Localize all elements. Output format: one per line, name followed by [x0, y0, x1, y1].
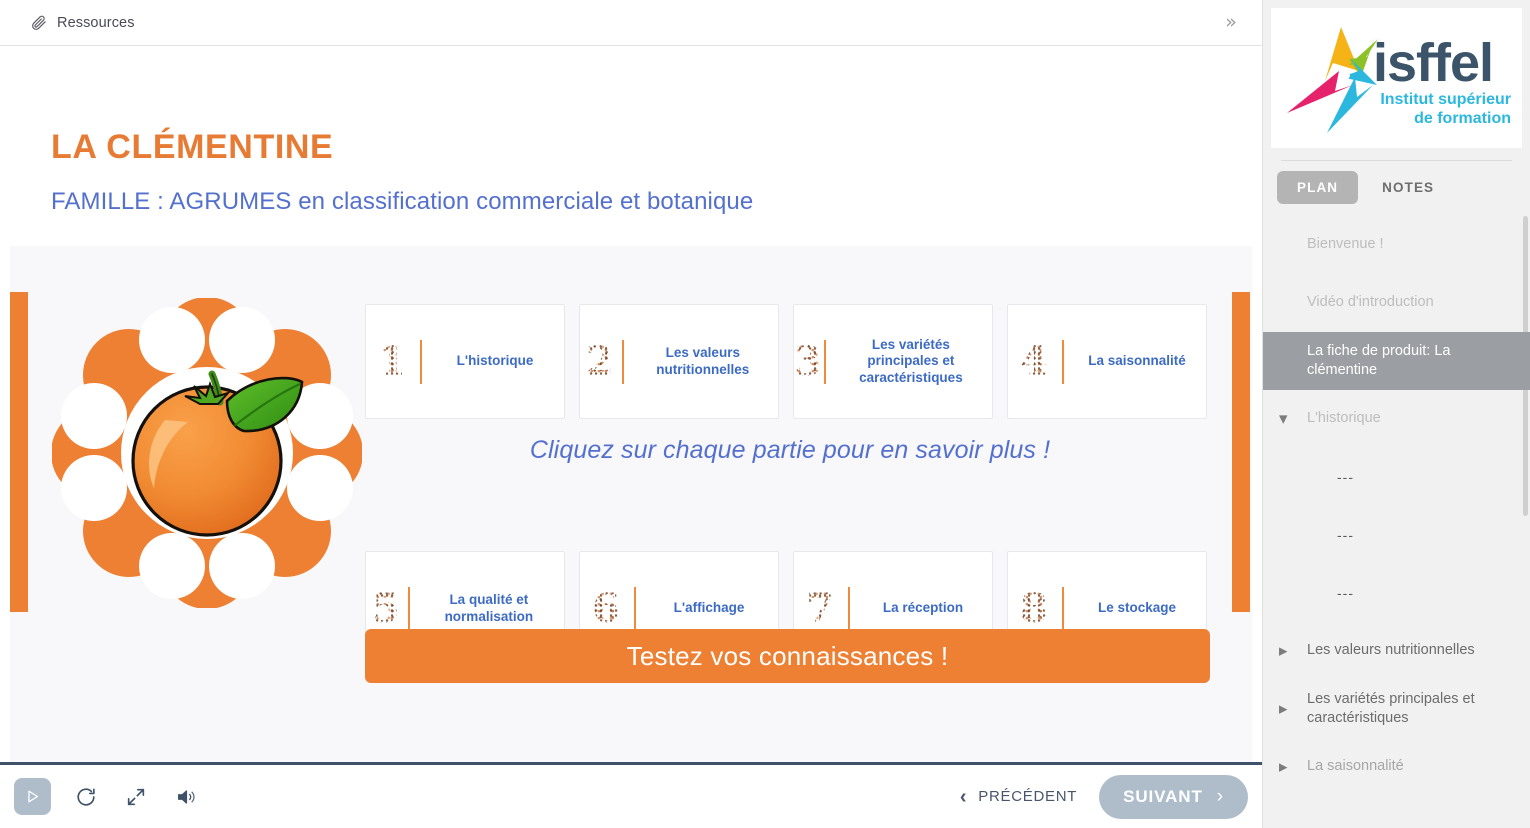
instruction-text: Cliquez sur chaque partie pour en savoir…: [365, 436, 1215, 465]
collapse-sidebar-icon[interactable]: »: [1218, 10, 1244, 36]
volume-button[interactable]: [171, 782, 201, 812]
outline-item-label: Les valeurs nutritionnelles: [1307, 641, 1475, 660]
clementine-flower-icon[interactable]: [52, 298, 362, 608]
previous-label: PRÉCÉDENT: [978, 788, 1077, 805]
outline-item-label: ---: [1337, 526, 1354, 544]
tab-notes[interactable]: NOTES: [1362, 171, 1454, 204]
card-number: 4: [1008, 342, 1060, 382]
slide-stage: LA CLÉMENTINE FAMILLE : AGRUMES en class…: [0, 46, 1262, 762]
replay-icon: [75, 786, 97, 808]
volume-icon: [175, 786, 197, 808]
card-label: La qualité et normalisation: [424, 592, 564, 625]
card-divider: [408, 587, 410, 631]
elearning-player-app: Ressources » LA CLÉMENTINE FAMILLE : AGR…: [0, 0, 1530, 828]
fullscreen-button[interactable]: [121, 782, 151, 812]
card-label: Le stockage: [1078, 600, 1206, 616]
outline-item-label: Bienvenue !: [1307, 235, 1384, 254]
topic-card-3[interactable]: 3 Les variétés principales et caractéris…: [793, 304, 993, 419]
course-player: Ressources » LA CLÉMENTINE FAMILLE : AGR…: [0, 0, 1262, 828]
outline-item-fiche-produit[interactable]: La fiche de produit: La clémentine: [1263, 332, 1530, 390]
card-divider: [634, 587, 636, 631]
chevron-left-icon: ‹: [960, 787, 967, 807]
paperclip-icon: [30, 14, 47, 31]
card-divider: [1062, 587, 1064, 631]
card-number: 5: [366, 589, 406, 629]
outline-item-bienvenue[interactable]: Bienvenue !: [1263, 216, 1530, 274]
quiz-button[interactable]: Testez vos connaissances !: [365, 629, 1210, 683]
topic-cards-row-top: 1 L'historique 2 Les valeurs nutritionne…: [365, 304, 1215, 419]
page-title: LA CLÉMENTINE: [51, 128, 333, 167]
topic-card-4[interactable]: 4 La saisonnalité: [1007, 304, 1207, 419]
outline-item-label: ---: [1337, 468, 1354, 486]
chevron-right-icon[interactable]: ▶: [1279, 704, 1287, 715]
playback-controls: [14, 778, 201, 815]
slide-content-panel: 1 L'historique 2 Les valeurs nutritionne…: [10, 246, 1252, 762]
svg-text:isffel: isffel: [1373, 33, 1493, 93]
card-divider: [622, 340, 624, 384]
play-button[interactable]: [14, 778, 51, 815]
card-divider: [848, 587, 850, 631]
fullscreen-icon: [125, 786, 147, 808]
chevron-right-icon[interactable]: ▶: [1279, 646, 1287, 657]
outline-subitem-1[interactable]: ---: [1263, 448, 1530, 506]
logo-tagline-1: Institut supérieur: [1380, 91, 1511, 108]
card-number: 2: [580, 342, 620, 382]
outline-item-historique[interactable]: ▼ L'historique: [1263, 390, 1530, 448]
outline-item-varietes-principales[interactable]: ▶ Les variétés principales et caractéris…: [1263, 680, 1530, 738]
topic-card-2[interactable]: 2 Les valeurs nutritionnelles: [579, 304, 779, 419]
card-label: Les valeurs nutritionnelles: [638, 345, 778, 378]
accent-bar-right: [1232, 292, 1250, 612]
outline-item-label: La fiche de produit: La clémentine: [1307, 342, 1508, 380]
sidebar-tabs: PLAN NOTES: [1263, 161, 1530, 216]
card-number: 1: [366, 342, 418, 382]
course-outline: Bienvenue ! Vidéo d'introduction La fich…: [1263, 216, 1530, 828]
outline-item-label: La saisonnalité: [1307, 757, 1404, 776]
card-label: L'affichage: [650, 600, 778, 616]
tab-plan[interactable]: PLAN: [1277, 171, 1358, 204]
card-label: L'historique: [436, 353, 564, 369]
chevron-down-icon[interactable]: ▼: [1279, 414, 1287, 425]
accent-bar-left: [10, 292, 28, 612]
outline-item-video-introduction[interactable]: Vidéo d'introduction: [1263, 274, 1530, 332]
outline-item-valeurs-nutritionnelles[interactable]: ▶ Les valeurs nutritionnelles: [1263, 622, 1530, 680]
replay-button[interactable]: [71, 782, 101, 812]
chevron-right-icon: ›: [1217, 787, 1224, 806]
course-sidebar: isffel Institut supérieur de formation P…: [1262, 0, 1530, 828]
card-label: La réception: [864, 600, 992, 616]
navigation-controls: ‹ PRÉCÉDENT SUIVANT ›: [960, 775, 1248, 819]
outline-item-label: Les variétés principales et caractéristi…: [1307, 690, 1508, 728]
card-divider: [420, 340, 422, 384]
card-label: Les variétés principales et caractéristi…: [840, 337, 992, 386]
outline-subitem-3[interactable]: ---: [1263, 564, 1530, 622]
topic-card-1[interactable]: 1 L'historique: [365, 304, 565, 419]
outline-item-label: L'historique: [1307, 409, 1381, 428]
chevron-right-icon[interactable]: ▶: [1279, 762, 1287, 773]
card-number: 6: [580, 589, 632, 629]
resources-button[interactable]: Ressources: [22, 10, 143, 35]
card-number: 3: [794, 342, 822, 382]
outline-subitem-2[interactable]: ---: [1263, 506, 1530, 564]
player-controls: ‹ PRÉCÉDENT SUIVANT ›: [0, 762, 1262, 828]
next-button[interactable]: SUIVANT ›: [1099, 775, 1248, 819]
brand-logo: isffel Institut supérieur de formation: [1271, 8, 1522, 148]
outline-item-saisonnalite[interactable]: ▶ La saisonnalité: [1263, 738, 1530, 796]
card-number: 8: [1008, 589, 1060, 629]
logo-tagline-2: de formation: [1414, 110, 1511, 127]
page-subtitle: FAMILLE : AGRUMES en classification comm…: [51, 188, 753, 216]
resources-label: Ressources: [57, 15, 135, 31]
previous-button[interactable]: ‹ PRÉCÉDENT: [960, 787, 1077, 807]
play-icon: [24, 788, 41, 805]
card-label: La saisonnalité: [1078, 353, 1206, 369]
card-divider: [824, 340, 826, 384]
topic-cards-area: 1 L'historique 2 Les valeurs nutritionne…: [365, 304, 1215, 679]
card-number: 7: [794, 589, 846, 629]
outline-item-label: ---: [1337, 584, 1354, 602]
next-label: SUIVANT: [1123, 787, 1203, 807]
card-divider: [1062, 340, 1064, 384]
player-topbar: Ressources »: [0, 0, 1262, 46]
outline-item-label: Vidéo d'introduction: [1307, 293, 1434, 312]
